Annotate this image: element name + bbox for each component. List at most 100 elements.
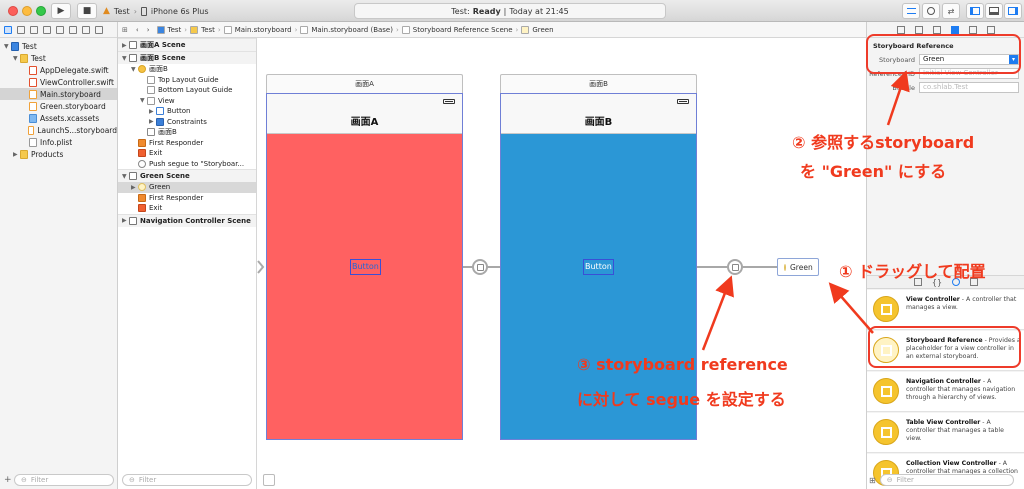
debug-icon[interactable] <box>69 25 77 34</box>
toggle-navigator-button[interactable] <box>966 3 984 19</box>
outline-scene[interactable]: ▼ Green Scene <box>118 169 256 182</box>
breadcrumb-item[interactable]: Main.storyboard <box>221 25 295 34</box>
grid-view-icon[interactable]: ⊞ <box>869 476 876 485</box>
canvas-toggle-button[interactable] <box>263 474 275 486</box>
size-inspector-icon[interactable] <box>968 25 977 34</box>
chevron-right-icon[interactable]: ▶ <box>131 184 138 191</box>
outline-item[interactable]: Exit <box>118 148 256 159</box>
outline-scene[interactable]: ▶ Navigation Controller Scene <box>118 213 256 227</box>
chevron-right-icon[interactable]: ▶ <box>122 42 129 49</box>
square-icon <box>880 385 892 397</box>
screen-a-frame[interactable]: 画面A Button <box>266 93 463 440</box>
file-inspector-icon[interactable] <box>896 25 905 34</box>
navigator-filter-input[interactable]: ⊖ Filter <box>14 474 114 486</box>
warning-icon[interactable] <box>43 25 51 34</box>
outline-filter-input[interactable]: ⊖ Filter <box>122 474 252 486</box>
screen-a-button[interactable]: Button <box>350 259 381 275</box>
segue-a-to-b[interactable] <box>472 259 488 275</box>
outline-item[interactable]: Push segue to "Storyboar... <box>118 159 256 170</box>
standard-editor-button[interactable] <box>902 3 920 19</box>
outline-item[interactable]: 画面B <box>118 127 256 138</box>
breakpoint-icon[interactable] <box>82 25 90 34</box>
chevron-down-icon[interactable]: ▼ <box>122 55 129 62</box>
library-item[interactable]: Table View Controller - A controller tha… <box>867 413 1024 453</box>
navigator-item[interactable]: ▼ Test <box>0 40 117 52</box>
chevron-down-icon[interactable]: ▼ <box>4 43 11 50</box>
outline-item[interactable]: ▼ 画面B <box>118 64 256 75</box>
chevron-right-icon[interactable]: ▶ <box>149 118 156 125</box>
chevron-down-icon[interactable]: ▼ <box>122 173 129 180</box>
attributes-inspector-icon[interactable] <box>950 25 959 34</box>
screen-b-navigation-bar[interactable]: 画面B <box>501 94 696 134</box>
breadcrumb-item[interactable]: Main.storyboard (Base) <box>297 25 396 34</box>
navigator-item[interactable]: LaunchS...storyboard <box>0 124 117 136</box>
chevron-down-icon[interactable]: ▼ <box>13 55 20 62</box>
toggle-utilities-button[interactable] <box>1004 3 1022 19</box>
outline-item[interactable]: First Responder <box>118 138 256 149</box>
grid-icon[interactable]: ⊞ <box>118 26 132 34</box>
scheme-target-label: Test <box>113 6 130 16</box>
navigator-item[interactable]: Assets.xcassets <box>0 112 117 124</box>
navigator-item[interactable]: ▼ Test <box>0 52 117 64</box>
outline-item[interactable]: ▶ Constraints <box>118 117 256 128</box>
symbol-icon[interactable] <box>17 25 25 34</box>
forward-button[interactable]: › <box>143 26 154 34</box>
navigator-item[interactable]: ViewController.swift <box>0 76 117 88</box>
version-editor-button[interactable]: ⇄ <box>942 3 960 19</box>
outline-item[interactable]: ▼ View <box>118 96 256 107</box>
outline-item[interactable]: First Responder <box>118 193 256 204</box>
navigator-item[interactable]: AppDelegate.swift <box>0 64 117 76</box>
outline-scene[interactable]: ▶ 画面A Scene <box>118 38 256 51</box>
screen-b-header[interactable]: 画面B <box>500 74 697 93</box>
connections-inspector-icon[interactable] <box>986 25 995 34</box>
outline-item[interactable]: ▶ Green <box>118 182 256 193</box>
outline-scene[interactable]: ▼ 画面B Scene <box>118 51 256 64</box>
identity-inspector-icon[interactable] <box>932 25 941 34</box>
navigator-item[interactable]: Main.storyboard <box>0 88 117 100</box>
screen-a-header[interactable]: 画面A <box>266 74 463 93</box>
help-inspector-icon[interactable] <box>914 25 923 34</box>
screen-a-view[interactable]: Button <box>267 134 462 439</box>
segue-b-to-reference[interactable] <box>727 259 743 275</box>
breadcrumb-item[interactable]: Storyboard Reference Scene <box>399 25 516 34</box>
scheme-selector[interactable]: ▲ Test › iPhone 6s Plus <box>103 3 253 19</box>
navigator-tabs <box>0 22 117 38</box>
navigator-item[interactable]: ▶ Products <box>0 148 117 160</box>
outline-item[interactable]: Bottom Layout Guide <box>118 85 256 96</box>
stop-button[interactable]: ■ <box>77 3 97 19</box>
close-window-button[interactable] <box>8 6 18 16</box>
chevron-down-icon[interactable]: ▼ <box>131 66 138 73</box>
chevron-right-icon[interactable]: ▶ <box>13 151 20 158</box>
toggle-debug-button[interactable] <box>985 3 1003 19</box>
run-button[interactable]: ▶ <box>51 3 71 19</box>
chevron-right-icon[interactable]: ▶ <box>149 108 156 115</box>
bundle-input[interactable]: co.shlab.Test <box>919 82 1019 93</box>
test-icon[interactable] <box>56 25 64 34</box>
folder-icon[interactable] <box>4 25 12 34</box>
screen-b-button[interactable]: Button <box>583 259 614 275</box>
library-filter-input[interactable]: ⊖ Filter <box>879 474 1014 486</box>
search-icon[interactable] <box>30 25 38 34</box>
outline-item[interactable]: ▶ Button <box>118 106 256 117</box>
report-icon[interactable] <box>95 25 103 34</box>
assistant-editor-button[interactable] <box>922 3 940 19</box>
minimize-window-button[interactable] <box>22 6 32 16</box>
navigator-item[interactable]: Info.plist <box>0 136 117 148</box>
outline-item[interactable]: Top Layout Guide <box>118 75 256 86</box>
breadcrumb-item[interactable]: Test <box>154 25 185 34</box>
chevron-down-icon[interactable]: ▼ <box>140 97 147 104</box>
add-icon[interactable]: + <box>4 475 12 485</box>
back-button[interactable]: ‹ <box>132 26 143 34</box>
storyboard-reference-green[interactable]: Green <box>777 258 819 276</box>
library-item[interactable]: Navigation Controller - A controller tha… <box>867 372 1024 412</box>
play-icon: ▶ <box>57 6 65 16</box>
library-item[interactable]: View Controller - A controller that mana… <box>867 290 1024 330</box>
storyboard-canvas[interactable]: 画面A 画面A Button 画面B 画面B Button Green <box>257 38 866 489</box>
breadcrumb-item[interactable]: Test <box>187 25 218 34</box>
navigator-item[interactable]: Green.storyboard <box>0 100 117 112</box>
outline-item[interactable]: Exit <box>118 203 256 214</box>
chevron-right-icon[interactable]: ▶ <box>122 217 129 224</box>
screen-a-navigation-bar[interactable]: 画面A <box>267 94 462 134</box>
zoom-window-button[interactable] <box>36 6 46 16</box>
breadcrumb-item[interactable]: Green <box>518 25 556 34</box>
